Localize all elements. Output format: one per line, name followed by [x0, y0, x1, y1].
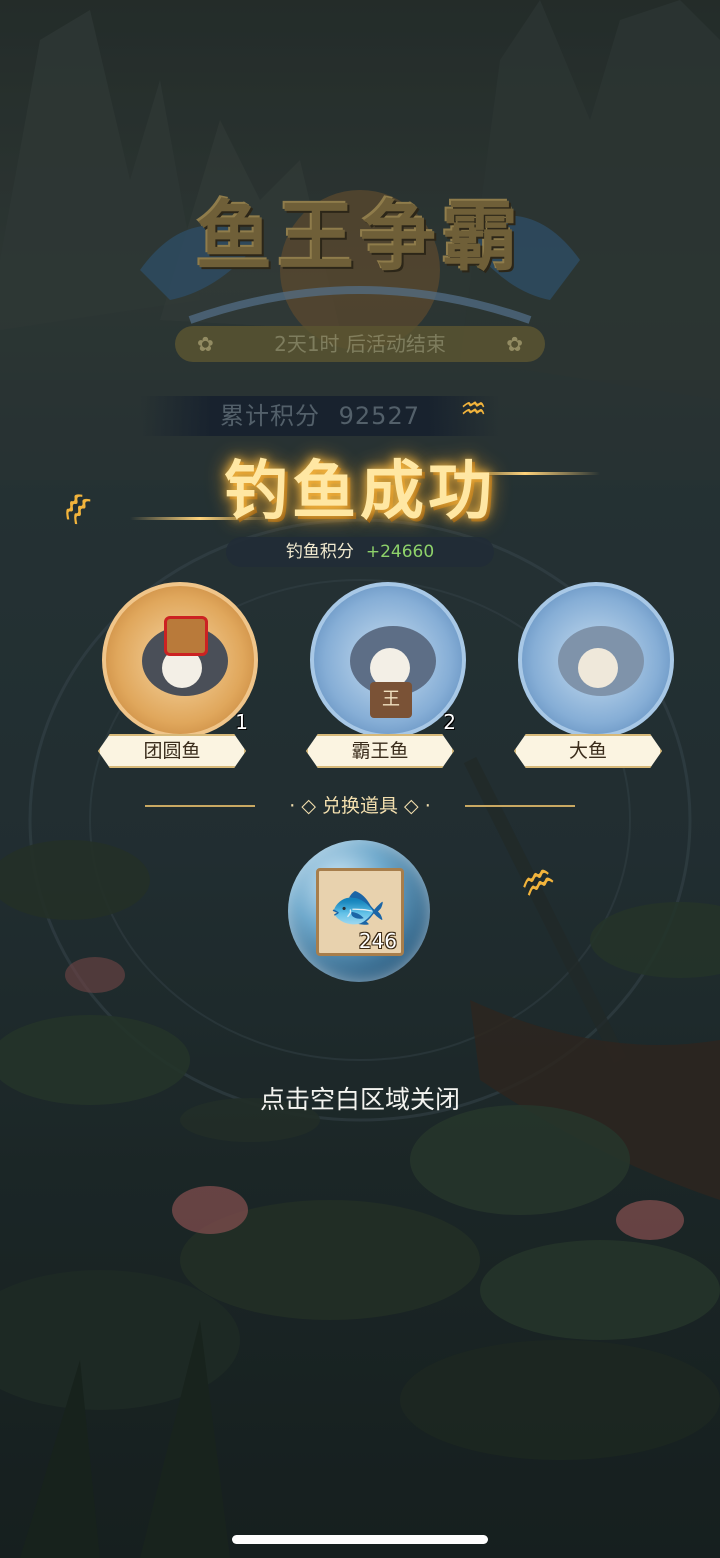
fish-count: 2: [443, 710, 456, 734]
golden-fish-icon: 🐟: [329, 879, 387, 933]
fish-name: 大鱼: [514, 734, 662, 768]
king-cloak-icon: 王: [370, 682, 412, 718]
diamond-icon: ◇ ·: [398, 795, 431, 817]
fishing-points-label: 钓鱼积分: [285, 542, 354, 562]
total-score: 累计积分 92527: [140, 396, 500, 436]
fishing-points: 钓鱼积分 +24660: [226, 537, 494, 567]
event-banner: 鱼王争霸: [130, 150, 590, 350]
fish-count: 1: [235, 710, 248, 734]
exchange-title-text: 兑换道具: [321, 795, 398, 817]
total-score-label: 累计积分: [220, 402, 320, 430]
fish-face: [578, 648, 618, 688]
fish-card[interactable]: 大鱼: [514, 582, 684, 772]
home-indicator[interactable]: [232, 1535, 488, 1544]
mooncake-icon: [164, 616, 208, 656]
fish-card[interactable]: 1 团圆鱼: [98, 582, 268, 772]
fishing-points-value: +24660: [365, 542, 435, 562]
exchange-item[interactable]: 🐟 246: [316, 868, 404, 956]
caught-fish-list: 1 团圆鱼 王 2 霸王鱼 大鱼: [0, 582, 720, 782]
close-hint[interactable]: 点击空白区域关闭: [0, 1080, 720, 1116]
gold-fish-decoration-icon: ♒: [460, 392, 487, 427]
fish-name: 霸王鱼: [306, 734, 454, 768]
total-score-value: 92527: [338, 402, 420, 430]
fishing-success-title: 钓鱼成功: [224, 454, 496, 529]
flower-icon: ✿: [506, 332, 523, 356]
fish-card[interactable]: 王 2 霸王鱼: [306, 582, 476, 772]
diamond-icon: · ◇: [289, 795, 322, 817]
fish-portrait: [518, 582, 674, 738]
event-countdown: ✿ 2天1时 后活动结束 ✿: [175, 326, 545, 362]
fish-name: 团圆鱼: [98, 734, 246, 768]
banner-title: 鱼王争霸: [196, 192, 524, 281]
exchange-section-title: · ◇ 兑换道具 ◇ ·: [145, 792, 575, 820]
exchange-item-count: 246: [358, 929, 397, 953]
flower-icon: ✿: [197, 332, 214, 356]
countdown-text: 2天1时 后活动结束: [274, 332, 446, 356]
